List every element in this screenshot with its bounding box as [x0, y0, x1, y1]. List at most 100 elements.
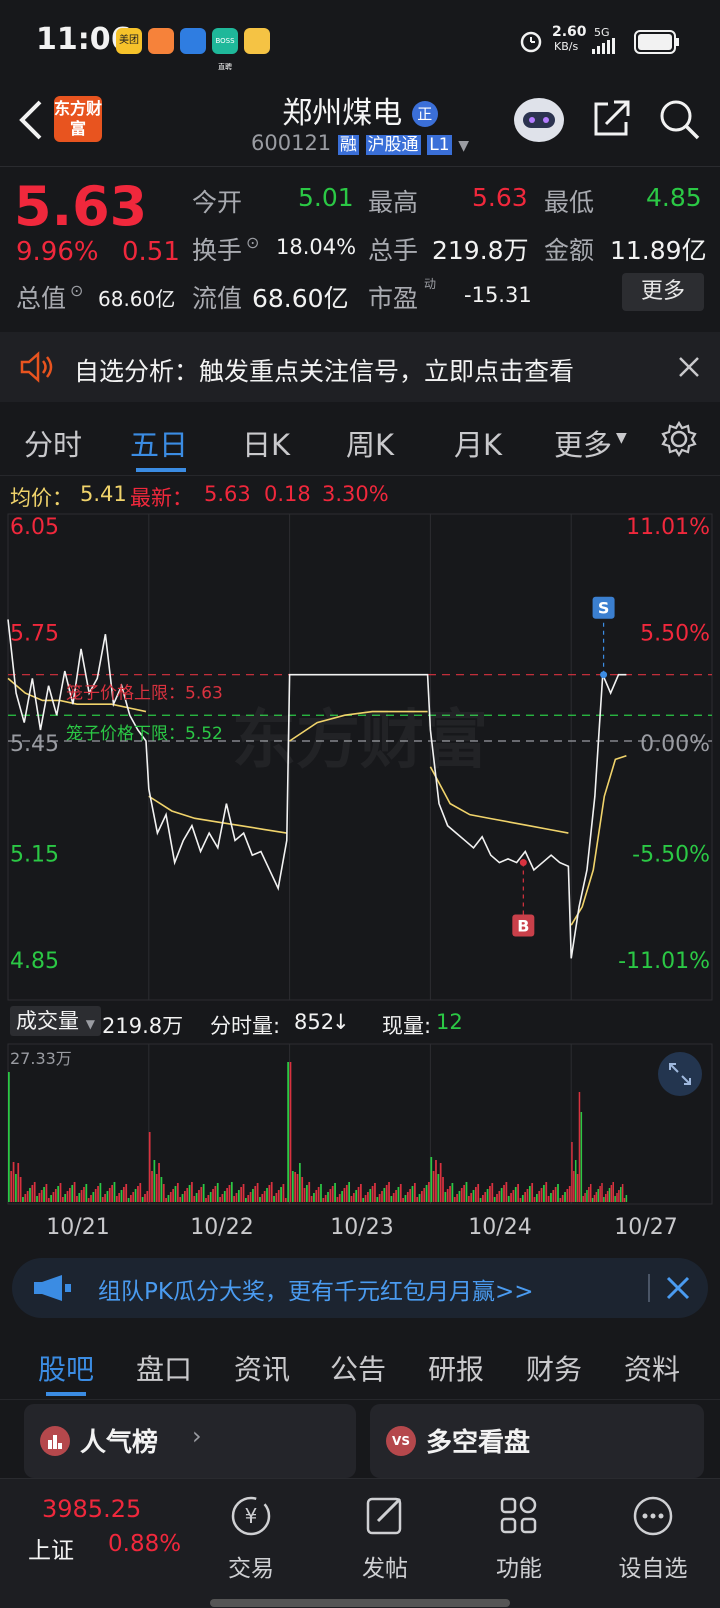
share-icon[interactable]	[592, 98, 632, 138]
volume-bar	[604, 1194, 607, 1202]
promo-text: 组队PK瓜分大奖，更有千元红包月月赢>>	[98, 1279, 534, 1305]
chart-tabs: 分时 五日 日K 周K 月K 更多 ▼	[0, 402, 720, 476]
volume-bar	[87, 1198, 90, 1202]
dropdown-icon[interactable]: ▼	[458, 138, 469, 154]
home-indicator	[210, 1599, 510, 1607]
volume-bar	[364, 1195, 367, 1202]
volume-bar	[533, 1197, 536, 1202]
volume-bar	[127, 1198, 130, 1202]
tab-finance[interactable]: 财务	[526, 1348, 582, 1388]
float-label: 流值	[192, 284, 243, 313]
popularity-card[interactable]: 人气榜 ›	[24, 1404, 356, 1478]
alert-banner[interactable]: 自选分析：触发重点关注信号，立即点击查看	[0, 332, 720, 402]
volume-bar	[141, 1197, 144, 1202]
y-tick-right: 5.50%	[640, 622, 710, 647]
tab-more[interactable]: 更多	[554, 422, 612, 464]
volume-bar	[15, 1174, 17, 1202]
y-tick-right: -5.50%	[632, 843, 710, 868]
tab-weekly-k[interactable]: 周K	[346, 422, 394, 464]
expand-button[interactable]	[658, 1052, 702, 1096]
promo-banner[interactable]: 组队PK瓜分大奖，更有千元红包月月赢>>	[12, 1258, 708, 1318]
volume-bar	[216, 1183, 219, 1202]
app-icon-2	[148, 28, 174, 54]
tab-guba[interactable]: 股吧	[38, 1348, 94, 1388]
volume-bar	[45, 1184, 48, 1202]
volume-bar	[402, 1198, 404, 1202]
volume-bar	[266, 1188, 268, 1202]
nav-add-watchlist[interactable]: 设自选	[598, 1493, 708, 1583]
volume-bar	[132, 1192, 135, 1202]
low-value: 4.85	[646, 183, 702, 212]
close-icon[interactable]	[666, 1276, 690, 1300]
index-widget[interactable]: 3985.25 上证 0.88%	[20, 1489, 190, 1579]
more-button[interactable]: 更多	[622, 273, 704, 311]
latest-pct: 3.30%	[322, 482, 389, 506]
close-icon[interactable]	[678, 356, 700, 378]
info-icon[interactable]: ⊙	[70, 281, 83, 300]
volume-bar	[270, 1182, 273, 1202]
index-pct: 0.88%	[108, 1531, 182, 1557]
x-axis-dates: 10/21 10/22 10/23 10/24 10/27	[46, 1215, 677, 1240]
volume-bar	[277, 1190, 280, 1202]
tab-announcements[interactable]: 公告	[330, 1348, 386, 1388]
info-icon[interactable]: ⊙	[246, 233, 259, 252]
volume-bar	[606, 1191, 609, 1202]
volume-bar	[352, 1193, 355, 1202]
volume-bar	[92, 1192, 95, 1202]
volume-bar	[589, 1184, 592, 1202]
volume-bar	[291, 1171, 294, 1202]
tab-monthly-k[interactable]: 月K	[454, 422, 502, 464]
volume-bar	[612, 1182, 615, 1202]
mcap-label: 总值	[16, 284, 67, 313]
volume-bar	[19, 1177, 22, 1202]
volume-bar	[184, 1191, 186, 1202]
tab-daily-k[interactable]: 日K	[242, 422, 290, 464]
volume-bar	[456, 1194, 458, 1202]
tab-profile[interactable]: 资料	[624, 1348, 680, 1388]
volume-selector[interactable]: 成交量 ▼	[10, 1006, 101, 1036]
volume-bar	[411, 1186, 414, 1202]
tab-research[interactable]: 研报	[428, 1348, 484, 1388]
volume-bar	[315, 1190, 318, 1202]
volume-bar	[580, 1112, 583, 1202]
battery-icon	[634, 30, 679, 54]
tab-pankou[interactable]: 盘口	[136, 1348, 192, 1388]
robot-assistant-icon[interactable]	[512, 96, 566, 144]
date-label: 10/21	[46, 1215, 109, 1240]
volume-bar	[273, 1196, 275, 1202]
volume-bar	[188, 1185, 191, 1202]
speaker-icon	[20, 351, 53, 383]
date-label: 10/27	[614, 1215, 677, 1240]
turnover-value: 18.04%	[276, 235, 357, 259]
tab-intraday[interactable]: 分时	[24, 422, 82, 464]
volume-bar	[437, 1174, 440, 1202]
open-label: 今开	[192, 188, 243, 217]
settings-gear-icon[interactable]	[660, 420, 698, 458]
volume-bar	[620, 1187, 622, 1202]
volume-bar	[397, 1187, 400, 1202]
nav-functions[interactable]: 功能	[464, 1493, 574, 1583]
volume-chart[interactable]: 27.33万	[0, 1042, 720, 1210]
volume-bar	[369, 1189, 372, 1202]
volume-bar	[134, 1189, 137, 1202]
volume-bar	[165, 1198, 167, 1202]
volume-bar	[69, 1188, 71, 1202]
volume-bar	[574, 1160, 577, 1202]
y-tick-right: -11.01%	[618, 949, 710, 974]
volume-bar	[582, 1196, 584, 1202]
nav-trade[interactable]: ¥ 交易	[196, 1493, 306, 1583]
search-icon[interactable]	[658, 98, 702, 142]
volume-bar	[214, 1186, 217, 1202]
nav-post-label: 发帖	[362, 1556, 408, 1582]
volume-bar	[289, 1062, 292, 1202]
tab-news[interactable]: 资讯	[234, 1348, 290, 1388]
tab-five-day[interactable]: 五日	[130, 422, 188, 464]
tab-more-caret-icon[interactable]: ▼	[616, 430, 627, 446]
bull-bear-card[interactable]: VS 多空看盘	[370, 1404, 704, 1478]
volume-bars	[8, 1062, 628, 1202]
five-day-price-chart[interactable]: 东方财富 6.05 11.01% 5.75 5.50% 5.45 0.00% 5.15 -5.…	[0, 512, 720, 1002]
low-label: 最低	[544, 188, 595, 217]
latest-change: 0.18	[264, 482, 311, 506]
volume-bar	[341, 1191, 343, 1202]
nav-post[interactable]: 发帖	[330, 1493, 440, 1583]
